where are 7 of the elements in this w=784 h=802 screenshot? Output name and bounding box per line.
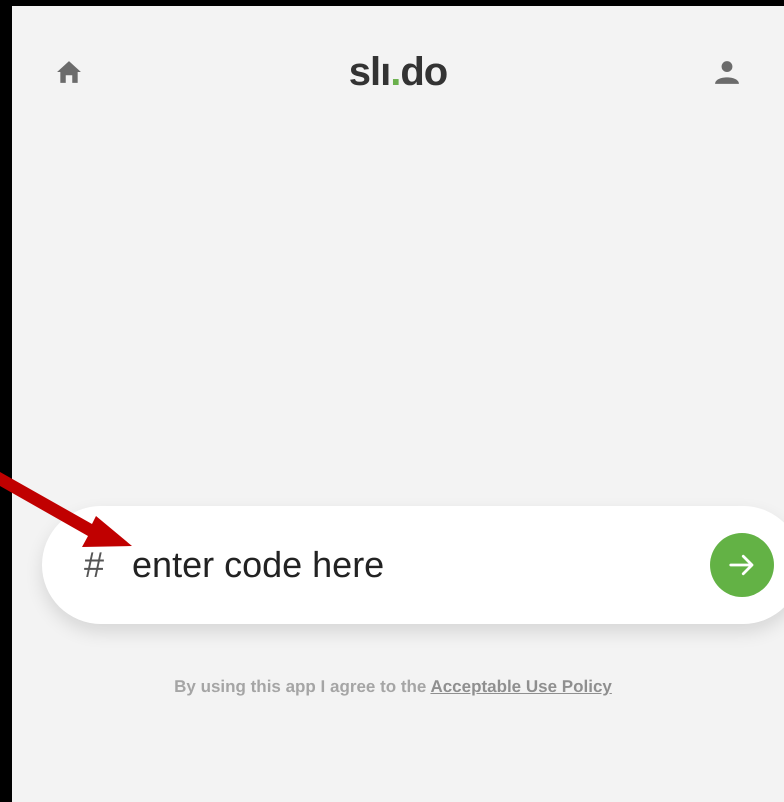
code-input[interactable]: enter code here (132, 538, 710, 592)
code-field[interactable]: # enter code here (42, 506, 784, 624)
home-icon[interactable] (56, 60, 82, 84)
user-icon[interactable] (714, 59, 740, 85)
logo: slı.do (348, 52, 448, 92)
terms-text: By using this app I agree to the Acceptable Use Policy (174, 676, 612, 698)
hash-prefix: # (84, 543, 104, 587)
